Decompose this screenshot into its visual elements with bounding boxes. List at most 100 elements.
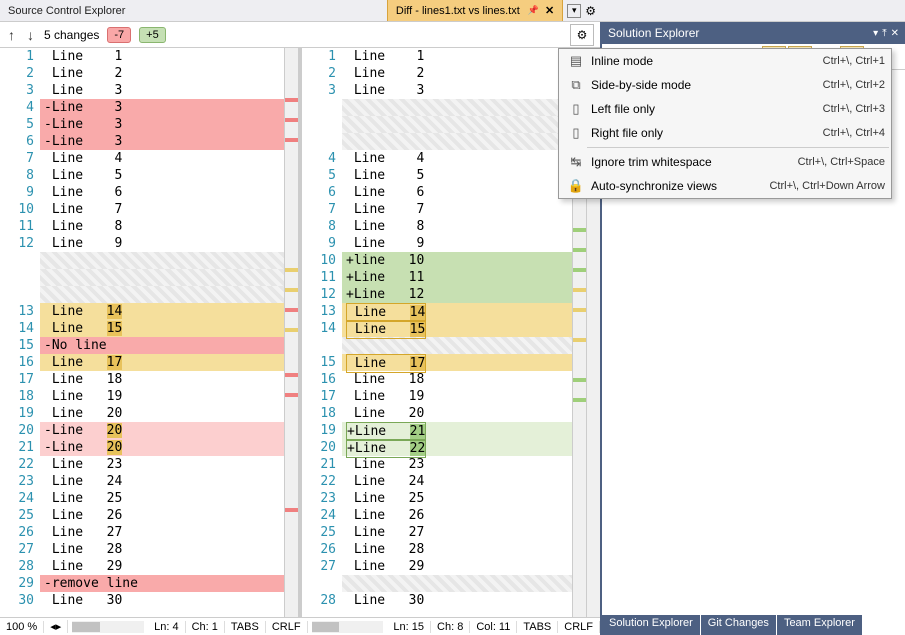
code-line: Line 3 <box>40 82 284 99</box>
code-line: Line 9 <box>40 235 284 252</box>
code-line: Line 27 <box>40 524 284 541</box>
code-line: Line 7 <box>40 201 284 218</box>
panel-tab[interactable]: Solution Explorer <box>602 615 700 635</box>
code-line: Line 1 <box>40 48 284 65</box>
right-hscroll[interactable] <box>312 621 384 633</box>
panel-tab[interactable]: Team Explorer <box>777 615 862 635</box>
code-line: -remove line <box>40 575 284 592</box>
code-line: Line 30 <box>342 592 572 609</box>
menu-item[interactable]: ▤Inline modeCtrl+\, Ctrl+1 <box>559 49 891 73</box>
code-line: Line 24 <box>342 473 572 490</box>
panel-close-icon[interactable]: ✕ <box>891 28 899 39</box>
code-line: Line 8 <box>40 218 284 235</box>
code-line: Line 29 <box>342 558 572 575</box>
code-line: Line 17 <box>342 354 572 371</box>
menu-item[interactable]: ▯Right file onlyCtrl+\, Ctrl+4 <box>559 121 891 145</box>
code-line: Line 6 <box>342 184 572 201</box>
code-line: Line 28 <box>342 541 572 558</box>
code-line: Line 3 <box>342 82 572 99</box>
menu-label: Ignore trim whitespace <box>587 155 798 169</box>
code-line <box>342 337 572 354</box>
menu-item[interactable]: ⧉Side-by-side modeCtrl+\, Ctrl+2 <box>559 73 891 97</box>
menu-icon: 🔒 <box>565 178 587 194</box>
panel-pin-icon[interactable]: ⤒ <box>882 28 886 39</box>
panel-title: Solution Explorer <box>608 26 699 40</box>
diff-settings-button[interactable]: ⚙ <box>570 24 594 46</box>
menu-shortcut: Ctrl+\, Ctrl+Space <box>798 156 885 168</box>
tab-diff-active[interactable]: Diff - lines1.txt vs lines.txt 📌 ✕ <box>387 0 563 21</box>
code-line: Line 9 <box>342 235 572 252</box>
hscroll-arrows[interactable]: ◂▸ <box>44 620 68 633</box>
right-col: Col: 11 <box>470 621 517 633</box>
panel-dropdown-icon[interactable]: ▾ <box>873 28 878 39</box>
left-pane: 1234567891011121314151617181920212223242… <box>0 48 298 617</box>
tab-title: Diff - lines1.txt vs lines.txt <box>396 5 520 17</box>
code-line: -Line 3 <box>40 133 284 150</box>
code-line: Line 2 <box>40 65 284 82</box>
menu-item[interactable]: ↹Ignore trim whitespaceCtrl+\, Ctrl+Spac… <box>559 150 891 174</box>
code-line <box>40 252 284 269</box>
left-char: Ch: 1 <box>186 621 225 633</box>
code-line: Line 18 <box>40 371 284 388</box>
menu-item[interactable]: 🔒Auto-synchronize viewsCtrl+\, Ctrl+Down… <box>559 174 891 198</box>
code-line: -Line 20 <box>40 422 284 439</box>
menu-label: Auto-synchronize views <box>587 179 769 193</box>
dropdown-icon[interactable]: ▾ <box>567 4 581 18</box>
close-icon[interactable]: ✕ <box>545 4 554 17</box>
code-line: Line 4 <box>342 150 572 167</box>
left-tabs: TABS <box>225 621 266 633</box>
code-line: Line 28 <box>40 541 284 558</box>
code-line <box>40 269 284 286</box>
code-line: Line 23 <box>342 456 572 473</box>
code-line <box>40 286 284 303</box>
panel-tab[interactable]: Git Changes <box>701 615 776 635</box>
code-line: Line 23 <box>40 456 284 473</box>
code-line: Line 19 <box>40 388 284 405</box>
code-line: Line 17 <box>40 354 284 371</box>
menu-shortcut: Ctrl+\, Ctrl+1 <box>823 55 885 67</box>
next-change-button[interactable]: ↓ <box>25 27 36 43</box>
code-line: +line 10 <box>342 252 572 269</box>
code-line <box>342 99 572 116</box>
code-line: Line 8 <box>342 218 572 235</box>
right-line: Ln: 15 <box>387 621 431 633</box>
left-hscroll[interactable] <box>72 621 144 633</box>
menu-label: Left file only <box>587 102 823 116</box>
prev-change-button[interactable]: ↑ <box>6 27 17 43</box>
left-overview[interactable] <box>284 48 298 617</box>
left-code[interactable]: Line 1 Line 2 Line 3 -Line 3-Line 3 -Line … <box>40 48 284 617</box>
added-badge: +5 <box>139 27 166 43</box>
code-line: Line 24 <box>40 473 284 490</box>
code-line: Line 25 <box>40 490 284 507</box>
gear-icon[interactable]: ⚙ <box>585 4 596 18</box>
code-line: +Line 11 <box>342 269 572 286</box>
code-line: Line 20 <box>40 405 284 422</box>
code-line: Line 26 <box>40 507 284 524</box>
left-crlf: CRLF <box>266 621 308 633</box>
code-line: Line 19 <box>342 388 572 405</box>
code-line: Line 6 <box>40 184 284 201</box>
code-line: Line 14 <box>40 303 284 320</box>
code-line: Line 7 <box>342 201 572 218</box>
tab-source-control-explorer[interactable]: Source Control Explorer <box>0 0 387 21</box>
code-line: Line 26 <box>342 507 572 524</box>
pin-icon[interactable]: 📌 <box>528 5 539 16</box>
code-line <box>342 133 572 150</box>
code-line: Line 4 <box>40 150 284 167</box>
code-line: Line 5 <box>342 167 572 184</box>
code-line: -Line 3 <box>40 116 284 133</box>
status-bar: 100 % ◂▸ Ln: 4 Ch: 1 TABS CRLF Ln: 15 Ch… <box>0 617 600 635</box>
menu-icon: ⧉ <box>565 77 587 93</box>
code-line: Line 15 <box>40 320 284 337</box>
zoom-level[interactable]: 100 % <box>0 621 44 633</box>
menu-icon: ▯ <box>565 101 587 117</box>
right-code[interactable]: Line 1 Line 2 Line 3 Line 4 Line 5 Line … <box>342 48 572 617</box>
menu-icon: ▯ <box>565 125 587 141</box>
menu-label: Inline mode <box>587 54 823 68</box>
right-crlf: CRLF <box>558 621 600 633</box>
code-line: Line 30 <box>40 592 284 609</box>
code-line: -Line 20 <box>40 439 284 456</box>
menu-item[interactable]: ▯Left file onlyCtrl+\, Ctrl+3 <box>559 97 891 121</box>
code-line: Line 27 <box>342 524 572 541</box>
diff-toolbar: ↑ ↓ 5 changes -7 +5 ⚙ <box>0 22 600 48</box>
